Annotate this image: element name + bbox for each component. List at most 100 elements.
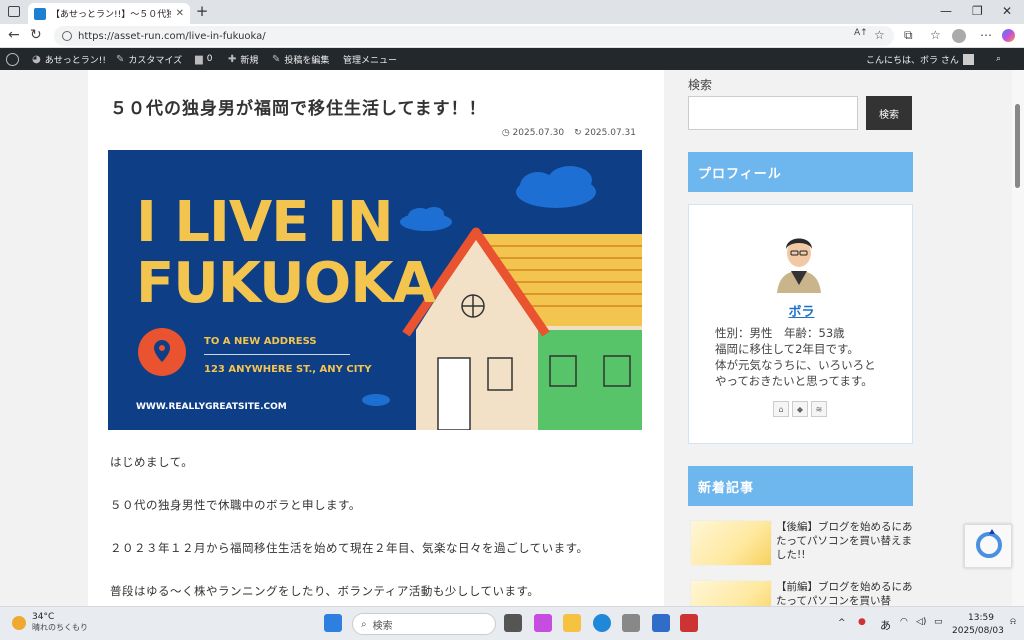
hero-image: I LIVE IN FUKUOKA TO A NEW ADDRESS 123 A… [108,150,642,430]
profile-avatar [777,238,821,293]
weather-temp: 34°C [32,612,55,622]
browser-tab-bar: 【あせっとラン!!】〜５０代独身男の ✕ + — ❐ ✕ [0,0,1024,24]
adminbar-edit-post[interactable]: ✎ 投稿を編集 [272,48,329,70]
recent-post-thumbnail[interactable] [690,520,772,566]
refresh-icon[interactable]: ↻ [30,27,42,43]
tray-antivirus-icon[interactable]: ● [858,617,866,627]
windows-taskbar: 34°C 晴れのちくもり ⌕ 検索 ^ ● あ ◠ ◁) ▭ 13:59 202… [0,606,1024,640]
adminbar-search-icon[interactable]: ⌕ [996,48,1001,70]
main-article: ５０代の独身男が福岡で移住生活してます！！ ◷ 2025.07.30 ↻ 202… [88,70,664,606]
task-view-icon[interactable] [504,614,522,632]
wordpress-logo-icon[interactable] [6,48,19,70]
recent-post-item[interactable]: 【後編】ブログを始めるにあたってパソコンを買い替えました!! [690,520,914,570]
hero-divider [204,354,350,355]
post-paragraph: ５０代の独身男性で休職中のボラと申します。 [110,498,361,512]
weather-desc: 晴れのちくもり [32,623,88,632]
profile-line: やっておきたいと思ってます。 [715,374,873,388]
recaptcha-icon [976,529,1002,558]
wifi-icon[interactable]: ◠ [900,617,908,627]
weather-widget[interactable]: 34°C 晴れのちくもり [12,612,88,633]
sidebar-search-input[interactable] [688,96,858,130]
home-icon[interactable]: ⌂ [773,401,789,417]
store-icon[interactable] [622,614,640,632]
adminbar-new[interactable]: ✚ 新規 [228,48,258,70]
site-favicon-icon [34,7,46,20]
address-bar: ← ↻ https://asset-run.com/live-in-fukuok… [0,24,1024,48]
battery-icon[interactable]: ▭ [934,617,943,627]
file-explorer-icon[interactable] [563,614,581,632]
pencil-icon: ✎ [272,53,281,65]
minimize-icon[interactable]: — [940,4,952,18]
feedly-icon[interactable]: ◆ [792,401,808,417]
read-aloud-icon[interactable]: A↑ [854,28,868,38]
profile-name-link[interactable]: ボラ [689,301,914,320]
start-icon[interactable] [324,614,342,632]
new-tab-icon[interactable]: + [194,3,210,19]
plus-icon: ✚ [228,53,237,65]
volume-icon[interactable]: ◁) [916,617,926,627]
rss-icon[interactable]: ≋ [811,401,827,417]
adminbar-comments[interactable]: ▆ 0 [195,48,212,70]
more-menu-icon[interactable]: ⋯ [980,28,992,42]
post-dates: ◷ 2025.07.30 ↻ 2025.07.31 [502,128,636,138]
tab-actions-icon[interactable] [8,6,20,17]
search-icon: ⌕ [361,618,367,630]
hero-site-url: WWW.REALLYGREATSITE.COM [136,402,287,412]
profile-line: 福岡に移住して2年目です。 [715,342,859,356]
clock-date[interactable]: 2025/08/03 [952,626,1004,636]
app-icon[interactable] [680,614,698,632]
outlook-icon[interactable] [652,614,670,632]
adminbar-greeting[interactable]: こんにちは、ボラ さん [866,48,974,70]
notification-bell-icon[interactable]: ⍾ [1010,617,1016,627]
profile-avatar-icon[interactable] [952,29,966,43]
user-avatar-icon [962,53,974,65]
adminbar-site-name[interactable]: ◕ あせっとラン!! [32,48,106,70]
dashboard-icon: ◕ [32,53,41,65]
tray-chevron-icon[interactable]: ^ [838,618,846,628]
hero-headline-2: FUKUOKA [136,251,436,316]
copilot-app-icon[interactable] [534,614,552,632]
brush-icon: ✎ [116,53,125,65]
profile-widget: ボラ 性別：男性 年齢：53歳 福岡に移住して2年目です。 体が元気なうちに、い… [688,204,913,444]
published-date: ◷ 2025.07.30 [501,128,565,138]
post-paragraph: 普段はゆる〜く株やランニングをしたり、ボランティア活動も少ししています。 [110,584,540,598]
profile-social-links: ⌂ ◆ ≋ [773,401,827,417]
adminbar-admin-menu[interactable]: 管理メニュー [343,48,397,70]
back-icon[interactable]: ← [8,27,20,43]
comment-icon: ▆ [195,53,203,65]
browser-tab-active[interactable]: 【あせっとラン!!】〜５０代独身男の ✕ [28,3,190,24]
favorite-star-icon[interactable]: ☆ [874,28,885,42]
post-paragraph: はじめまして。 [110,455,194,469]
sidebar-search-button[interactable]: 検索 [866,96,912,130]
taskbar-search[interactable]: ⌕ 検索 [352,613,496,635]
recent-post-title[interactable]: 【後編】ブログを始めるにあたってパソコンを買い替えました!! [776,520,916,562]
tab-close-icon[interactable]: ✕ [176,8,184,19]
post-paragraph: ２０２３年１２月から福岡移住生活を始めて現在２年目、気楽な日々を過ごしています。 [110,541,589,555]
tab-title: 【あせっとラン!!】〜５０代独身男の [51,10,171,20]
post-title: ５０代の独身男が福岡で移住生活してます！！ [110,99,487,119]
recaptcha-badge[interactable] [964,524,1012,568]
site-info-icon[interactable] [62,31,72,41]
recent-post-thumbnail[interactable] [690,580,772,606]
clock-time[interactable]: 13:59 [968,613,994,623]
adminbar-customize[interactable]: ✎ カスタマイズ [116,48,182,70]
recent-post-title[interactable]: 【前編】ブログを始めるにあたってパソコンを買い替 [776,580,916,606]
ime-indicator[interactable]: あ [880,617,891,633]
maximize-icon[interactable]: ❐ [972,4,983,18]
edge-icon[interactable] [593,614,611,632]
window-close-icon[interactable]: ✕ [1002,4,1012,18]
page-scrollbar[interactable] [1012,70,1024,606]
updated-date: ↻ 2025.07.31 [574,128,636,138]
extensions-icon[interactable]: ⧉ [904,28,913,43]
weather-sun-icon [12,615,26,630]
favorites-icon[interactable]: ☆ [930,28,941,42]
scrollbar-thumb[interactable] [1015,104,1020,188]
recent-posts-heading: 新着記事 [688,466,913,506]
refresh-date-icon: ↻ [574,128,585,138]
profile-heading: プロフィール [688,152,913,192]
url-field[interactable]: https://asset-run.com/live-in-fukuoka/ [54,26,894,46]
copilot-icon[interactable] [1002,29,1015,42]
hero-subtitle-2: 123 ANYWHERE ST., ANY CITY [204,364,372,375]
clock-icon: ◷ [501,128,513,138]
recent-post-item[interactable]: 【前編】ブログを始めるにあたってパソコンを買い替 [690,580,914,606]
